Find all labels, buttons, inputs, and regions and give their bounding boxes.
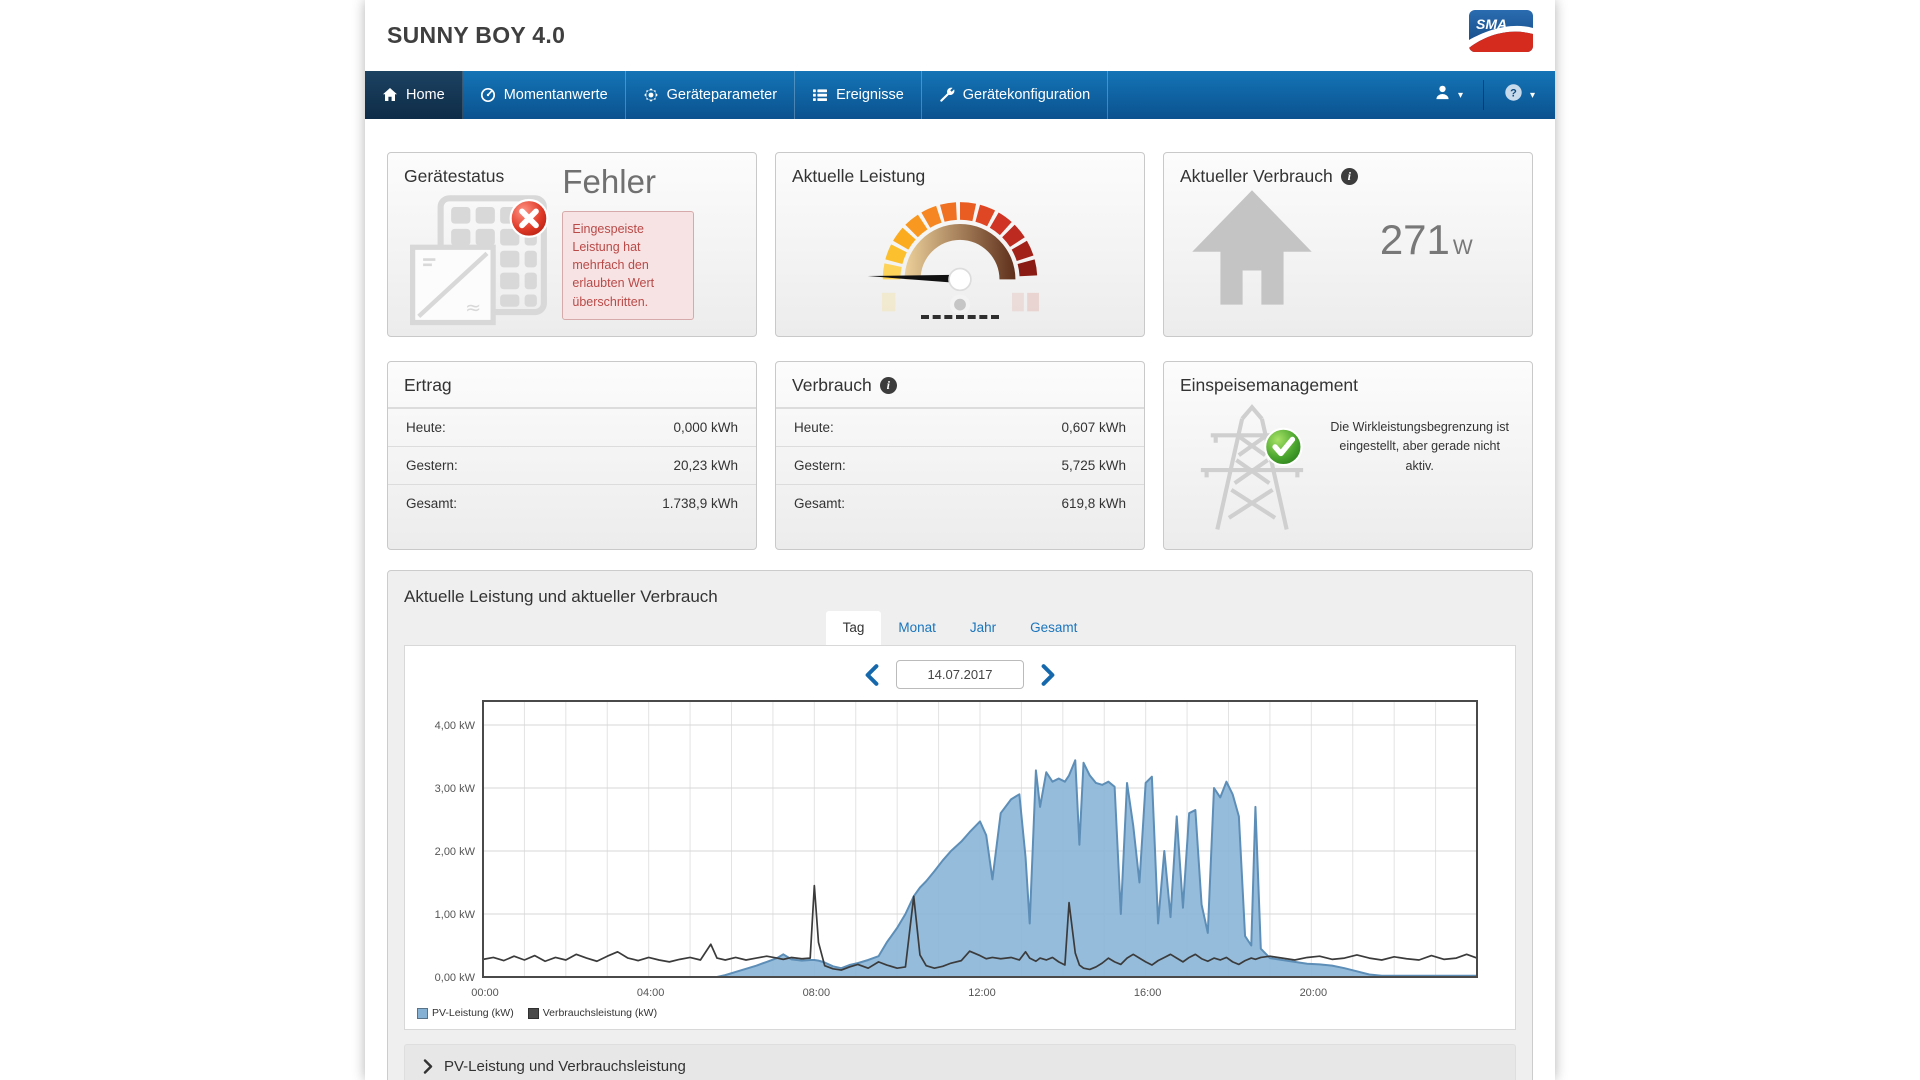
tab-jahr[interactable]: Jahr: [953, 611, 1013, 645]
user-icon: [1434, 84, 1451, 106]
svg-text:2,00 kW: 2,00 kW: [435, 846, 476, 858]
svg-text:04:00: 04:00: [637, 987, 665, 999]
nav-item-ereignisse[interactable]: Ereignisse: [795, 71, 922, 119]
wrench-icon: [939, 87, 955, 103]
page-container: SUNNY BOY 4.0 SMA Home Momentanwerte Ger…: [365, 0, 1555, 1080]
nav-item-home[interactable]: Home: [365, 71, 463, 119]
svg-text:0,00 kW: 0,00 kW: [435, 972, 476, 984]
home-icon: [382, 87, 398, 103]
yield-row-total: Gesamt: 1.738,9 kWh: [388, 484, 756, 522]
accordion-label: PV-Leistung und Verbrauchsleistung: [444, 1058, 686, 1075]
tab-gesamt[interactable]: Gesamt: [1013, 611, 1094, 645]
card-aktueller-verbrauch: Aktueller Verbrauch i 271 W: [1163, 152, 1533, 337]
chevron-down-icon: ▾: [1457, 89, 1463, 101]
gauge-icon: [480, 87, 496, 103]
chart-period-tabs: Tag Monat Jahr Gesamt: [388, 611, 1532, 645]
power-gauge: [867, 202, 1039, 313]
svg-text:≈: ≈: [465, 296, 481, 319]
navbar-utilities: ▾ ? ▾: [1414, 71, 1555, 119]
card-title: Verbrauch: [792, 375, 872, 395]
date-picker[interactable]: 14.07.2017: [896, 660, 1024, 689]
gear-icon: [643, 87, 659, 103]
nav-label: Geräteparameter: [666, 87, 778, 103]
yield-row-today: Heute: 0,000 kWh: [388, 408, 756, 446]
house-icon: [1192, 190, 1313, 305]
chevron-down-icon: ▾: [1529, 89, 1535, 101]
next-day-button[interactable]: [1040, 663, 1056, 686]
tab-tag[interactable]: Tag: [825, 611, 882, 645]
card-einspeisemanagement: Einspeisemanagement Die Wirkleistungsbeg…: [1163, 361, 1533, 550]
yield-row-yesterday: Gestern: 20,23 kWh: [388, 446, 756, 484]
chart-legend: PV-Leistung (kW) Verbrauchsleistung (kW): [405, 1005, 1515, 1029]
card-title: Einspeisemanagement: [1180, 375, 1359, 395]
card-title: Ertrag: [388, 362, 756, 408]
svg-text:?: ?: [1510, 87, 1517, 99]
gauge-value-placeholder: [921, 315, 999, 319]
app-header: SUNNY BOY 4.0 SMA: [365, 0, 1555, 71]
error-x-icon: [509, 198, 549, 238]
info-icon[interactable]: i: [879, 377, 897, 394]
nav-label: Momentanwerte: [503, 87, 608, 103]
nav-item-momentanwerte[interactable]: Momentanwerte: [463, 71, 626, 119]
info-icon[interactable]: i: [1340, 168, 1358, 185]
legend-pv: PV-Leistung (kW): [417, 1007, 514, 1019]
svg-text:4,00 kW: 4,00 kW: [435, 720, 476, 732]
svg-text:12:00: 12:00: [968, 987, 996, 999]
svg-text:20:00: 20:00: [1300, 987, 1328, 999]
inverter-icon: ≈: [410, 195, 549, 326]
device-status-message: Eingespeiste Leistung hat mehrfach den e…: [562, 211, 695, 320]
svg-text:16:00: 16:00: [1134, 987, 1162, 999]
page-title: SUNNY BOY 4.0: [387, 22, 566, 48]
help-menu[interactable]: ? ▾: [1484, 71, 1555, 119]
chart-panel-title: Aktuelle Leistung und aktueller Verbrauc…: [404, 587, 718, 606]
tab-monat[interactable]: Monat: [881, 611, 953, 645]
nav-item-geraeteparameter[interactable]: Geräteparameter: [626, 71, 796, 119]
card-verbrauch: Verbrauch i Heute: 0,607 kWh Gestern: 5,72…: [775, 361, 1145, 550]
main-content: Gerätestatus ≈ Fehler Eingespeiste Leist…: [365, 119, 1555, 1080]
load-swatch-icon: [527, 1007, 539, 1019]
device-status-value: Fehler: [562, 163, 656, 200]
nav-label: Gerätekonfiguration: [962, 87, 1091, 103]
legend-verbrauch: Verbrauchsleistung (kW): [527, 1007, 657, 1019]
nav-item-geraetekonfiguration[interactable]: Gerätekonfiguration: [922, 71, 1109, 119]
svg-text:3,00 kW: 3,00 kW: [435, 783, 476, 795]
svg-text:08:00: 08:00: [803, 987, 831, 999]
card-ertrag: Ertrag Heute: 0,000 kWh Gestern: 20,23 kWh…: [387, 361, 757, 550]
power-day-chart: 0,00 kW 1,00 kW 2,00 kW 3,00 kW 4,00 kW 00:00…: [435, 700, 1478, 999]
user-menu[interactable]: ▾: [1414, 71, 1483, 119]
sma-logo: SMA: [1469, 10, 1533, 52]
main-navbar: Home Momentanwerte Geräteparameter Ereig…: [365, 71, 1555, 119]
consumption-row-today: Heute: 0,607 kWh: [776, 408, 1144, 446]
svg-text:SMA: SMA: [1476, 16, 1507, 32]
check-ok-icon: [1263, 427, 1303, 467]
accordion-pv-verbrauch[interactable]: PV-Leistung und Verbrauchsleistung: [404, 1044, 1516, 1080]
list-icon: [812, 87, 828, 103]
previous-day-button[interactable]: [864, 663, 880, 686]
consumption-row-total: Gesamt: 619,8 kWh: [776, 484, 1144, 522]
chevron-right-icon: [423, 1059, 433, 1074]
nav-label: Ereignisse: [836, 87, 904, 103]
chart-container: 14.07.2017 0,00 kW 1,00 kW 2,00 kW 3,00 kW 4…: [404, 645, 1516, 1030]
svg-text:1,00 kW: 1,00 kW: [435, 909, 476, 921]
help-icon: ?: [1504, 83, 1523, 107]
svg-text:00:00: 00:00: [471, 987, 499, 999]
current-consumption-value: 271 W: [1379, 216, 1473, 263]
nav-label: Home: [406, 87, 445, 103]
feedin-status-message: Die Wirkleistungsbegrenzung ist eingeste…: [1330, 420, 1509, 473]
card-geraetestatus: Gerätestatus ≈ Fehler Eingespeiste Leist…: [387, 152, 757, 337]
pv-swatch-icon: [417, 1007, 428, 1019]
chart-panel: Aktuelle Leistung und aktueller Verbrauc…: [387, 570, 1533, 1080]
card-title: Aktueller Verbrauch: [1180, 166, 1333, 186]
consumption-row-yesterday: Gestern: 5,725 kWh: [776, 446, 1144, 484]
card-aktuelle-leistung: Aktuelle Leistung: [775, 152, 1145, 337]
power-tower-icon: [1200, 404, 1303, 530]
